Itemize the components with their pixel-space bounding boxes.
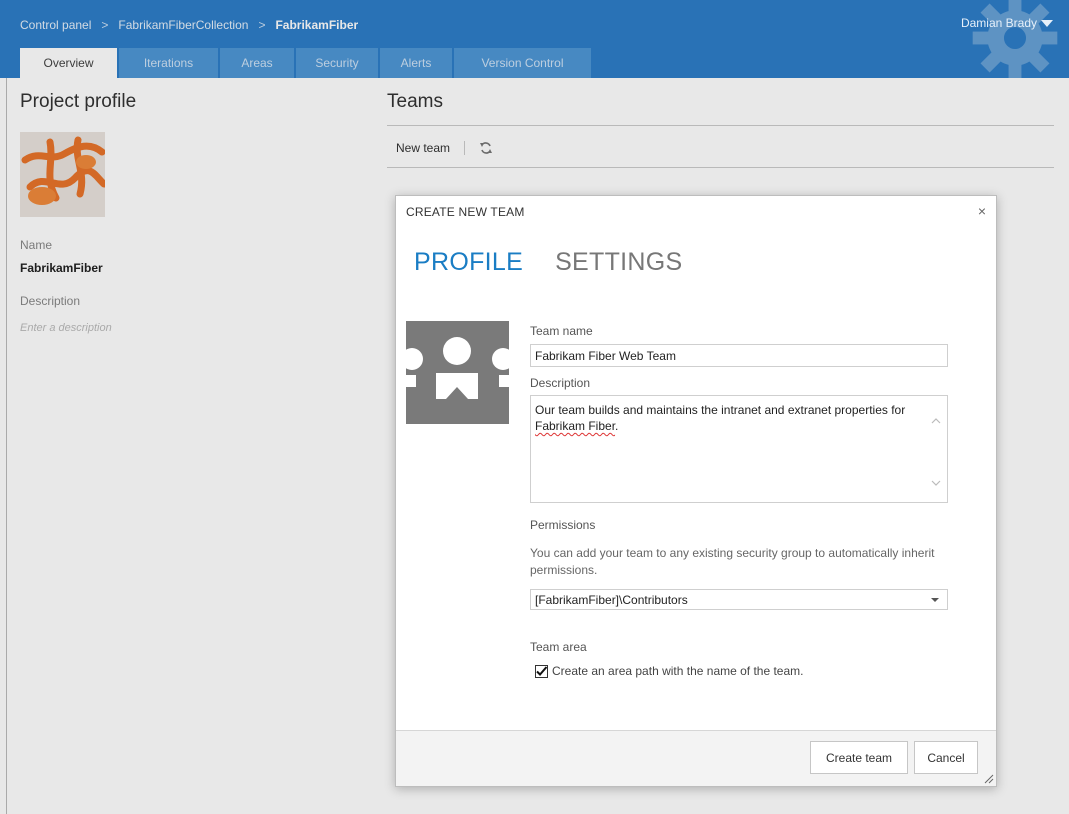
- dialog-footer: Create team Cancel: [396, 730, 996, 786]
- dialog-title: CREATE NEW TEAM: [406, 205, 525, 219]
- create-team-button[interactable]: Create team: [810, 741, 908, 774]
- team-description-label: Description: [530, 376, 591, 390]
- close-icon[interactable]: ×: [978, 203, 986, 219]
- chevron-down-icon: [1041, 19, 1053, 27]
- team-avatar[interactable]: [406, 321, 509, 424]
- cancel-button[interactable]: Cancel: [914, 741, 978, 774]
- permissions-select-value: [FabrikamFiber]\Contributors: [535, 593, 688, 607]
- permissions-select[interactable]: [FabrikamFiber]\Contributors: [530, 589, 948, 610]
- tab-settings[interactable]: SETTINGS: [555, 248, 682, 277]
- user-menu[interactable]: Damian Brady: [961, 16, 1053, 30]
- team-area-checkbox[interactable]: [535, 664, 548, 678]
- team-description-textarea[interactable]: Our team builds and maintains the intran…: [530, 395, 948, 503]
- resize-grip-icon[interactable]: [982, 772, 994, 784]
- chevron-down-icon[interactable]: [931, 478, 941, 488]
- team-name-input[interactable]: Fabrikam Fiber Web Team: [530, 344, 948, 367]
- dialog-pivot: PROFILE SETTINGS: [414, 248, 683, 277]
- chevron-up-icon[interactable]: [931, 416, 941, 426]
- tab-profile[interactable]: PROFILE: [414, 248, 523, 277]
- user-name: Damian Brady: [960, 16, 1037, 30]
- team-area-option: Create an area path with the name of the…: [535, 664, 803, 678]
- checkmark-icon: [536, 665, 548, 676]
- team-area-label: Team area: [530, 640, 587, 654]
- team-description-text: Our team builds and maintains the intran…: [535, 403, 906, 433]
- permissions-label: Permissions: [530, 518, 596, 532]
- create-team-dialog: CREATE NEW TEAM × PROFILE SETTINGS Team …: [395, 195, 997, 787]
- team-name-label: Team name: [530, 324, 593, 338]
- team-area-checkbox-label: Create an area path with the name of the…: [552, 664, 804, 678]
- permissions-hint: You can add your team to any existing se…: [530, 546, 935, 577]
- dropdown-arrow-icon: [931, 598, 939, 602]
